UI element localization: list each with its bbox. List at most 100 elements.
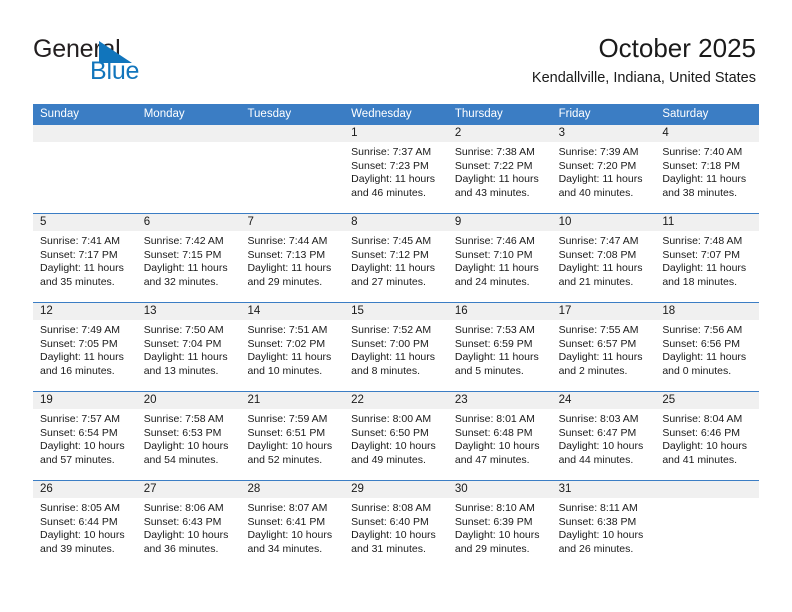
weekday-tuesday: Tuesday bbox=[247, 108, 292, 120]
brand-name-blue: Blue bbox=[90, 57, 140, 85]
daylight-text: Daylight: 10 hours bbox=[351, 529, 436, 542]
daylight-text: Daylight: 10 hours bbox=[454, 440, 540, 453]
sunrise-text: Sunrise: 7:44 AM bbox=[247, 235, 328, 247]
daylight-text: and 31 minutes. bbox=[351, 542, 426, 555]
week-cells: 19 Sunrise: 7:57 AM Sunset: 6:54 PM Dayligh… bbox=[33, 392, 760, 480]
day-cell[interactable]: 20 Sunrise: 7:58 AM Sunset: 6:53 PM Dayligh… bbox=[136, 392, 241, 480]
week-cells: 26 Sunrise: 8:05 AM Sunset: 6:44 PM Dayligh… bbox=[33, 481, 760, 569]
day-cell[interactable]: 26 Sunrise: 8:05 AM Sunset: 6:44 PM Dayligh… bbox=[33, 481, 137, 569]
sunrise-text: Sunrise: 7:59 AM bbox=[247, 413, 328, 425]
day-cell[interactable]: 6 Sunrise: 7:42 AM Sunset: 7:15 PM Daylight… bbox=[136, 214, 241, 302]
sunset-text: Sunset: 7:12 PM bbox=[351, 248, 429, 261]
daylight-text: and 18 minutes. bbox=[662, 275, 738, 288]
day-cell[interactable]: 10 Sunrise: 7:47 AM Sunset: 7:08 PM Dayligh… bbox=[551, 214, 656, 302]
day-number: 2 bbox=[447, 125, 552, 142]
day-cell[interactable]: 1 Sunrise: 7:37 AM Sunset: 7:23 PM Daylight… bbox=[344, 125, 448, 213]
day-cell-empty bbox=[33, 125, 137, 213]
calendar-week-row: 26 Sunrise: 8:05 AM Sunset: 6:44 PM Dayligh… bbox=[33, 480, 760, 569]
day-details: Sunrise: 7:59 AM Sunset: 6:51 PM Daylight:… bbox=[240, 409, 344, 480]
day-number bbox=[33, 125, 137, 142]
day-cell[interactable]: 22 Sunrise: 8:00 AM Sunset: 6:50 PM Dayligh… bbox=[344, 392, 448, 480]
day-number: 22 bbox=[344, 392, 448, 409]
day-cell[interactable]: 14 Sunrise: 7:51 AM Sunset: 7:02 PM Dayligh… bbox=[240, 303, 345, 391]
week-cells: 5 Sunrise: 7:41 AM Sunset: 7:17 PM Daylight… bbox=[33, 214, 760, 302]
day-cell[interactable]: 24 Sunrise: 8:03 AM Sunset: 6:47 PM Dayligh… bbox=[551, 392, 656, 480]
sunset-text: Sunset: 7:13 PM bbox=[247, 248, 326, 261]
day-cell[interactable]: 19 Sunrise: 7:57 AM Sunset: 6:54 PM Dayligh… bbox=[33, 392, 137, 480]
daylight-text: and 39 minutes. bbox=[40, 542, 115, 555]
day-number: 8 bbox=[344, 214, 448, 231]
daylight-text: and 36 minutes. bbox=[143, 542, 219, 555]
sunrise-text: Sunrise: 7:57 AM bbox=[40, 413, 120, 425]
sunrise-text: Sunrise: 7:49 AM bbox=[40, 324, 120, 336]
daylight-text: Daylight: 11 hours bbox=[662, 351, 747, 364]
sunrise-text: Sunrise: 8:11 AM bbox=[558, 502, 638, 514]
sunrise-text: Sunrise: 8:10 AM bbox=[454, 502, 535, 514]
day-cell[interactable]: 25 Sunrise: 8:04 AM Sunset: 6:46 PM Dayligh… bbox=[655, 392, 760, 480]
daylight-text: and 32 minutes. bbox=[143, 275, 219, 288]
sunrise-text: Sunrise: 7:45 AM bbox=[351, 235, 432, 247]
daylight-text: Daylight: 10 hours bbox=[247, 440, 333, 453]
calendar-week-row: 5 Sunrise: 7:41 AM Sunset: 7:17 PM Daylight… bbox=[33, 213, 760, 302]
day-cell[interactable]: 11 Sunrise: 7:48 AM Sunset: 7:07 PM Dayligh… bbox=[655, 214, 760, 302]
day-cell[interactable]: 3 Sunrise: 7:39 AM Sunset: 7:20 PM Daylight… bbox=[551, 125, 656, 213]
day-cell[interactable]: 30 Sunrise: 8:10 AM Sunset: 6:39 PM Dayligh… bbox=[447, 481, 552, 569]
daylight-text: and 21 minutes. bbox=[558, 275, 634, 288]
sunset-text: Sunset: 6:57 PM bbox=[558, 337, 637, 350]
brand-logo[interactable]: General Blue bbox=[33, 36, 253, 90]
day-details bbox=[137, 142, 241, 213]
day-details: Sunrise: 8:07 AM Sunset: 6:41 PM Daylight:… bbox=[240, 498, 344, 569]
day-cell[interactable]: 4 Sunrise: 7:40 AM Sunset: 7:18 PM Daylight… bbox=[655, 125, 760, 213]
day-cell[interactable]: 18 Sunrise: 7:56 AM Sunset: 6:56 PM Dayligh… bbox=[655, 303, 760, 391]
day-cell[interactable]: 27 Sunrise: 8:06 AM Sunset: 6:43 PM Dayligh… bbox=[136, 481, 241, 569]
day-cell[interactable]: 29 Sunrise: 8:08 AM Sunset: 6:40 PM Dayligh… bbox=[344, 481, 448, 569]
day-cell[interactable]: 15 Sunrise: 7:52 AM Sunset: 7:00 PM Dayligh… bbox=[344, 303, 448, 391]
sunrise-text: Sunrise: 8:01 AM bbox=[454, 413, 535, 425]
daylight-text: and 41 minutes. bbox=[662, 453, 738, 466]
daylight-text: and 5 minutes. bbox=[454, 364, 524, 377]
day-number: 6 bbox=[136, 214, 241, 231]
sunset-text: Sunset: 7:17 PM bbox=[40, 248, 118, 261]
day-details: Sunrise: 7:42 AM Sunset: 7:15 PM Daylight:… bbox=[137, 231, 241, 302]
day-cell[interactable]: 31 Sunrise: 8:11 AM Sunset: 6:38 PM Dayligh… bbox=[551, 481, 656, 569]
daylight-text: and 57 minutes. bbox=[40, 453, 115, 466]
day-cell[interactable]: 28 Sunrise: 8:07 AM Sunset: 6:41 PM Dayligh… bbox=[240, 481, 345, 569]
day-details: Sunrise: 8:03 AM Sunset: 6:47 PM Daylight:… bbox=[552, 409, 656, 480]
day-cell[interactable]: 5 Sunrise: 7:41 AM Sunset: 7:17 PM Daylight… bbox=[33, 214, 137, 302]
daylight-text: Daylight: 10 hours bbox=[558, 440, 644, 453]
day-cell[interactable]: 23 Sunrise: 8:01 AM Sunset: 6:48 PM Dayligh… bbox=[447, 392, 552, 480]
sunset-text: Sunset: 6:59 PM bbox=[454, 337, 533, 350]
sunset-text: Sunset: 6:51 PM bbox=[247, 426, 326, 439]
day-cell[interactable]: 21 Sunrise: 7:59 AM Sunset: 6:51 PM Dayligh… bbox=[240, 392, 345, 480]
daylight-text: Daylight: 11 hours bbox=[143, 262, 228, 275]
day-number: 23 bbox=[447, 392, 552, 409]
day-number bbox=[136, 125, 241, 142]
day-cell[interactable]: 8 Sunrise: 7:45 AM Sunset: 7:12 PM Daylight… bbox=[344, 214, 448, 302]
daylight-text: Daylight: 11 hours bbox=[143, 351, 228, 364]
day-details: Sunrise: 7:53 AM Sunset: 6:59 PM Daylight:… bbox=[448, 320, 552, 391]
sunset-text: Sunset: 7:15 PM bbox=[143, 248, 222, 261]
day-number: 3 bbox=[551, 125, 656, 142]
day-details: Sunrise: 7:56 AM Sunset: 6:56 PM Daylight:… bbox=[655, 320, 759, 391]
daylight-text: Daylight: 11 hours bbox=[558, 351, 643, 364]
day-details: Sunrise: 7:39 AM Sunset: 7:20 PM Daylight:… bbox=[552, 142, 656, 213]
sunset-text: Sunset: 7:00 PM bbox=[351, 337, 429, 350]
day-cell[interactable]: 7 Sunrise: 7:44 AM Sunset: 7:13 PM Daylight… bbox=[240, 214, 345, 302]
day-cell[interactable]: 17 Sunrise: 7:55 AM Sunset: 6:57 PM Dayligh… bbox=[551, 303, 656, 391]
sunrise-text: Sunrise: 7:52 AM bbox=[351, 324, 432, 336]
day-number: 28 bbox=[240, 481, 345, 498]
day-number: 14 bbox=[240, 303, 345, 320]
day-cell[interactable]: 16 Sunrise: 7:53 AM Sunset: 6:59 PM Dayligh… bbox=[447, 303, 552, 391]
week-cells: 1 Sunrise: 7:37 AM Sunset: 7:23 PM Daylight… bbox=[33, 125, 760, 213]
day-cell[interactable]: 12 Sunrise: 7:49 AM Sunset: 7:05 PM Dayligh… bbox=[33, 303, 137, 391]
sunrise-text: Sunrise: 7:58 AM bbox=[143, 413, 224, 425]
day-number: 17 bbox=[551, 303, 656, 320]
day-number: 29 bbox=[344, 481, 448, 498]
day-cell[interactable]: 9 Sunrise: 7:46 AM Sunset: 7:10 PM Daylight… bbox=[447, 214, 552, 302]
day-details: Sunrise: 7:48 AM Sunset: 7:07 PM Daylight:… bbox=[655, 231, 759, 302]
day-cell[interactable]: 13 Sunrise: 7:50 AM Sunset: 7:04 PM Dayligh… bbox=[136, 303, 241, 391]
sunset-text: Sunset: 6:39 PM bbox=[454, 515, 533, 528]
day-cell[interactable]: 2 Sunrise: 7:38 AM Sunset: 7:22 PM Daylight… bbox=[447, 125, 552, 213]
calendar-week-row: 19 Sunrise: 7:57 AM Sunset: 6:54 PM Dayligh… bbox=[33, 391, 760, 480]
sunrise-text: Sunrise: 8:08 AM bbox=[351, 502, 432, 514]
